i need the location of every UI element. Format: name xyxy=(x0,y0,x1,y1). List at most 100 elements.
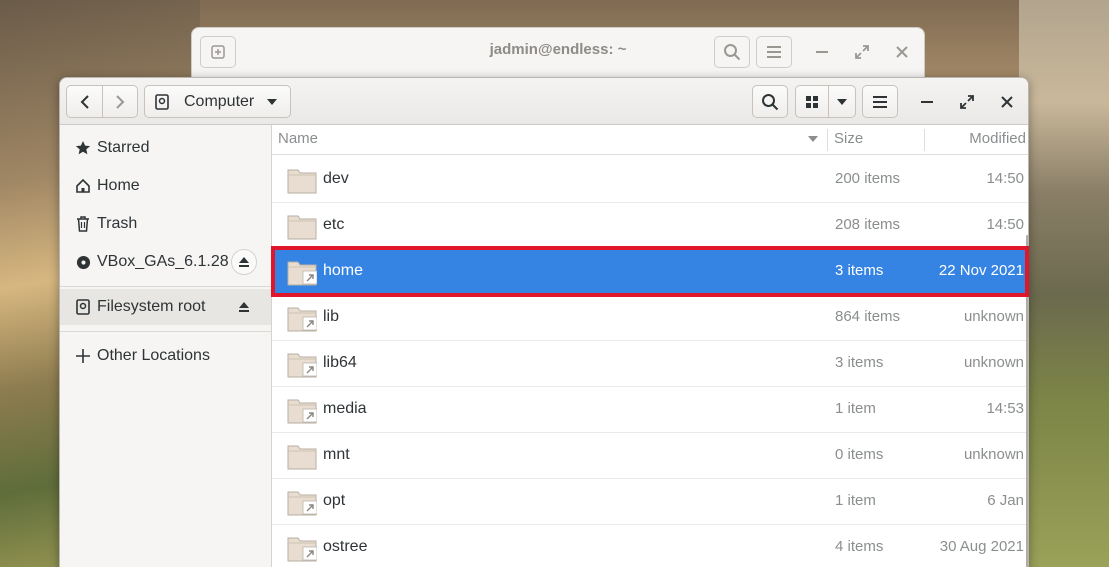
file-size: 1 item xyxy=(835,400,876,417)
folder-icon xyxy=(287,169,317,194)
column-modified[interactable]: Modified xyxy=(969,130,1026,147)
location-button[interactable]: Computer xyxy=(144,85,291,118)
close-button[interactable] xyxy=(992,87,1022,117)
maximize-icon xyxy=(855,45,869,59)
file-size: 1 item xyxy=(835,492,876,509)
sidebar-item-label: Trash xyxy=(97,215,138,232)
drive-icon xyxy=(155,93,169,110)
sidebar-item-vbox-disc[interactable]: VBox_GAs_6.1.28 xyxy=(60,243,271,281)
search-icon xyxy=(762,93,779,110)
sidebar-item-home[interactable]: Home xyxy=(60,167,271,205)
file-name: mnt xyxy=(323,446,350,463)
caret-down-icon xyxy=(267,98,277,105)
file-size: 3 items xyxy=(835,354,884,371)
minimize-icon xyxy=(921,101,933,103)
location-label: Computer xyxy=(184,92,255,110)
close-button[interactable] xyxy=(889,38,915,66)
eject-button[interactable] xyxy=(231,249,257,275)
sidebar-item-label: VBox_GAs_6.1.28 xyxy=(97,253,229,270)
sort-down-icon[interactable] xyxy=(808,136,818,143)
folder-icon xyxy=(287,399,317,424)
sidebar-item-filesystem-root[interactable]: Filesystem root xyxy=(60,289,271,325)
hamburger-icon xyxy=(873,95,887,108)
caret-down-icon xyxy=(837,98,847,105)
terminal-search-button[interactable] xyxy=(714,36,750,68)
chevron-right-icon xyxy=(116,94,125,109)
close-icon xyxy=(896,46,908,58)
column-size[interactable]: Size xyxy=(834,130,863,147)
file-name: opt xyxy=(323,492,346,509)
maximize-button[interactable] xyxy=(849,38,875,66)
eject-icon xyxy=(239,257,249,267)
sidebar-item-label: Home xyxy=(97,177,140,194)
search-button[interactable] xyxy=(752,85,788,118)
folder-icon xyxy=(287,215,317,240)
table-row[interactable]: etc 208 items 14:50 xyxy=(272,203,1028,249)
file-modified: unknown xyxy=(963,354,1024,371)
file-modified: unknown xyxy=(963,308,1024,325)
table-row[interactable]: media 1 item 14:53 xyxy=(272,387,1028,433)
plus-icon xyxy=(76,349,90,363)
file-modified: 14:50 xyxy=(986,216,1024,233)
file-size: 864 items xyxy=(835,308,901,325)
folder-icon xyxy=(287,307,317,332)
column-header: Name Size Modified xyxy=(272,125,1028,155)
close-icon xyxy=(1001,96,1013,108)
sidebar-item-label: Filesystem root xyxy=(97,298,206,315)
sidebar-item-starred[interactable]: Starred xyxy=(60,129,271,167)
view-options-button[interactable] xyxy=(828,85,856,118)
home-icon xyxy=(76,178,90,193)
file-modified: 6 Jan xyxy=(987,492,1024,509)
sidebar-divider xyxy=(60,286,271,287)
table-row[interactable]: lib 864 items unknown xyxy=(272,295,1028,341)
file-name: dev xyxy=(323,170,349,187)
minimize-button[interactable] xyxy=(809,38,835,66)
file-size: 200 items xyxy=(835,170,901,187)
table-row[interactable]: ostree 4 items 30 Aug 2021 xyxy=(272,525,1028,567)
folder-icon xyxy=(287,261,317,286)
file-manager-window[interactable]: Computer Starred Home Trash VBox_GAs_6.1… xyxy=(59,77,1029,567)
terminal-menu-button[interactable] xyxy=(756,36,792,68)
sidebar-divider xyxy=(60,331,271,332)
scrollbar[interactable] xyxy=(1026,235,1028,567)
minimize-icon xyxy=(816,51,828,53)
file-list: Name Size Modified dev 200 items 14:50 etc 2… xyxy=(272,125,1028,567)
file-name: ostree xyxy=(323,538,368,555)
disc-icon xyxy=(76,255,90,269)
file-size: 4 items xyxy=(835,538,884,555)
file-modified: 14:50 xyxy=(986,170,1024,187)
table-row[interactable]: opt 1 item 6 Jan xyxy=(272,479,1028,525)
file-size: 3 items xyxy=(835,262,884,279)
file-modified: unknown xyxy=(963,446,1024,463)
eject-button[interactable] xyxy=(231,294,257,320)
maximize-button[interactable] xyxy=(952,87,982,117)
file-size: 208 items xyxy=(835,216,901,233)
minimize-button[interactable] xyxy=(912,87,942,117)
file-name: media xyxy=(323,400,367,417)
table-row[interactable]: home 3 items 22 Nov 2021 xyxy=(272,249,1028,295)
file-name: etc xyxy=(323,216,345,233)
star-icon xyxy=(75,141,91,155)
back-button[interactable] xyxy=(66,85,103,118)
file-name: home xyxy=(323,262,364,279)
forward-button[interactable] xyxy=(102,85,138,118)
sidebar: Starred Home Trash VBox_GAs_6.1.28 Files… xyxy=(60,125,272,567)
file-size: 0 items xyxy=(835,446,884,463)
search-icon xyxy=(724,44,741,61)
main-menu-button[interactable] xyxy=(862,85,898,118)
table-row[interactable]: dev 200 items 14:50 xyxy=(272,157,1028,203)
file-modified: 30 Aug 2021 xyxy=(939,538,1024,555)
column-name[interactable]: Name xyxy=(278,130,318,147)
maximize-icon xyxy=(960,95,974,109)
folder-icon xyxy=(287,353,317,378)
file-name: lib64 xyxy=(323,354,357,371)
hamburger-icon xyxy=(767,46,781,58)
table-row[interactable]: mnt 0 items unknown xyxy=(272,433,1028,479)
folder-icon xyxy=(287,537,317,562)
sidebar-item-other-locations[interactable]: Other Locations xyxy=(60,337,271,375)
headerbar: Computer xyxy=(60,78,1028,125)
drive-icon xyxy=(76,299,90,315)
sidebar-item-trash[interactable]: Trash xyxy=(60,205,271,243)
view-grid-button[interactable] xyxy=(795,85,829,118)
table-row[interactable]: lib64 3 items unknown xyxy=(272,341,1028,387)
